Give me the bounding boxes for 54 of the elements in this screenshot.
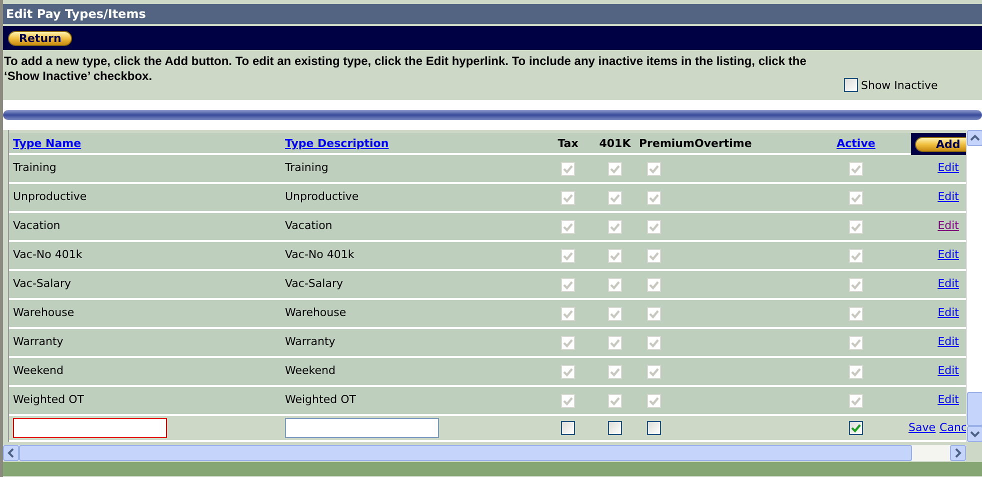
- edit-link[interactable]: Edit: [938, 161, 959, 174]
- sort-link[interactable]: Active: [836, 136, 876, 152]
- edit-link[interactable]: Edit: [938, 248, 959, 262]
- input-field[interactable]: [13, 418, 167, 438]
- scroll-left-icon[interactable]: [3, 445, 19, 461]
- table-cell-text: Vacation: [285, 218, 334, 234]
- edit-link[interactable]: Edit: [938, 306, 959, 320]
- checkbox[interactable]: [561, 421, 575, 435]
- edit-link[interactable]: Edit: [938, 393, 959, 406]
- table-cell-text: Weekend: [12, 363, 64, 380]
- window-title: Edit Pay Types/Items: [3, 4, 982, 24]
- column-header: Overtime: [694, 136, 752, 150]
- return-button[interactable]: Return: [8, 30, 72, 46]
- sort-link[interactable]: Type Name: [13, 136, 82, 150]
- table-cell-text: Training: [285, 160, 330, 176]
- checkbox[interactable]: [849, 421, 863, 435]
- table-cell-text: Warehouse: [285, 305, 348, 322]
- edit-link[interactable]: Edit: [938, 219, 959, 232]
- save-link[interactable]: Save: [908, 420, 936, 434]
- table-cell-text: Warranty: [285, 334, 336, 350]
- table-cell-text: Vacation: [12, 218, 62, 234]
- column-header: Tax: [558, 136, 578, 152]
- edit-link[interactable]: Edit: [938, 335, 959, 348]
- checkbox[interactable]: [608, 421, 622, 435]
- edit-link[interactable]: Edit: [938, 190, 959, 204]
- instructions-text: To add a new type, click the Add button. To edit an existing type, click the Edit hyperlink. To include any inactive items in the listing, click the ‘Show Inactive’ checkbox.: [4, 54, 808, 85]
- table-cell-text: Weighted OT: [285, 392, 357, 408]
- table-cell-text: Vac-Salary: [12, 276, 72, 292]
- column-header: Premium: [639, 136, 694, 150]
- table-cell-text: Vac-No 401k: [12, 247, 84, 264]
- table-cell-text: Vac-No 401k: [285, 247, 356, 264]
- table-cell-text: Warranty: [12, 334, 64, 350]
- table-cell-text: Unproductive: [285, 189, 360, 206]
- input-field[interactable]: [285, 418, 439, 438]
- edit-link[interactable]: Edit: [938, 277, 959, 290]
- column-header: 401K: [599, 136, 631, 152]
- table-cell-text: Unproductive: [12, 189, 88, 206]
- scroll-down-icon[interactable]: [967, 426, 982, 442]
- edit-link[interactable]: Edit: [938, 364, 959, 378]
- table-cell-text: Weighted OT: [12, 392, 85, 408]
- scroll-right-icon[interactable]: [950, 445, 966, 461]
- table-cell-text: Warehouse: [12, 305, 76, 322]
- table-cell-text: Vac-Salary: [285, 276, 344, 292]
- table-cell-text: Weekend: [285, 363, 336, 380]
- checkbox[interactable]: [844, 78, 858, 92]
- checkbox[interactable]: [647, 421, 661, 435]
- table-cell-text: Training: [12, 160, 58, 176]
- scroll-up-icon[interactable]: [967, 130, 982, 146]
- checkbox-label[interactable]: Show Inactive: [861, 78, 938, 92]
- sort-link[interactable]: Type Description: [285, 136, 389, 150]
- cancel-link[interactable]: Canc: [940, 420, 966, 434]
- scroll-thumb[interactable]: [967, 392, 982, 426]
- add-button[interactable]: Add: [915, 136, 966, 152]
- vertical-scrollbar[interactable]: [966, 130, 982, 442]
